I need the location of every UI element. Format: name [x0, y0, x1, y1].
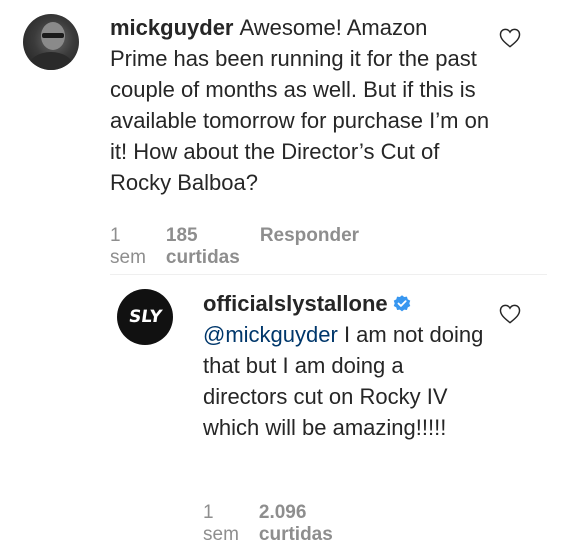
comment-body: Awesome! Amazon Prime has been running i…: [110, 15, 490, 195]
avatar[interactable]: [23, 14, 79, 70]
avatar[interactable]: SLY: [117, 289, 173, 345]
username-link[interactable]: officialslystallone: [203, 291, 388, 316]
sly-logo: SLY: [127, 307, 163, 327]
mention-link[interactable]: @mickguyder: [203, 322, 338, 347]
avatar-photo-icon: [29, 22, 73, 70]
likes-count[interactable]: 185 curtidas: [166, 225, 240, 269]
username-link[interactable]: mickguyder: [110, 15, 234, 40]
comment-text: officialslystallone @mickguyder I am not…: [203, 288, 493, 443]
comment-meta: 1 sem 185 curtidas Responder: [110, 225, 359, 269]
comment-timestamp[interactable]: 1 sem: [110, 225, 146, 269]
comment-meta: 1 sem 2.096 curtidas: [203, 502, 333, 546]
reply-button[interactable]: Responder: [260, 225, 359, 269]
like-heart-icon[interactable]: [499, 304, 521, 324]
verified-badge-icon: [393, 295, 410, 312]
replies-divider[interactable]: [110, 274, 547, 275]
comment-text: mickguyder Awesome! Amazon Prime has been…: [110, 12, 490, 198]
likes-count[interactable]: 2.096 curtidas: [259, 502, 333, 546]
comment-timestamp[interactable]: 1 sem: [203, 502, 239, 546]
like-heart-icon[interactable]: [499, 28, 521, 48]
